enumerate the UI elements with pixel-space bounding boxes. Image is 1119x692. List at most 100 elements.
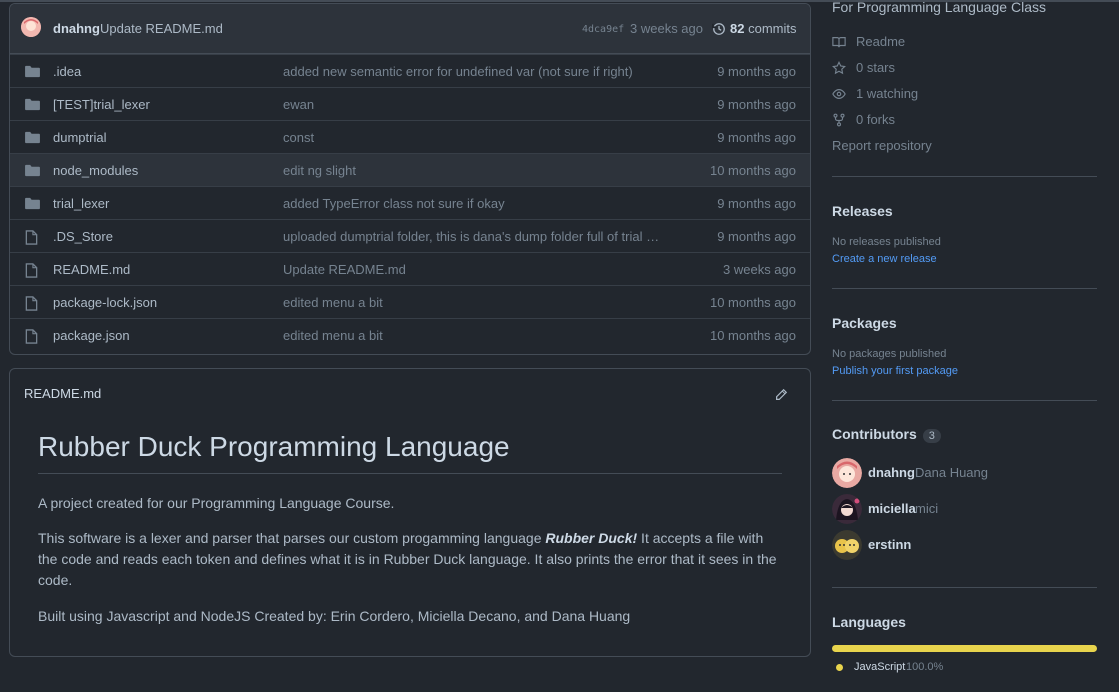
readme-paragraph-2: This software is a lexer and parser that… bbox=[38, 528, 782, 591]
divider bbox=[832, 176, 1097, 177]
file-name-link[interactable]: .DS_Store bbox=[53, 229, 113, 244]
stars-label: 0 stars bbox=[856, 60, 896, 75]
publish-package-link[interactable]: Publish your first package bbox=[832, 365, 958, 377]
file-commit-message[interactable]: edited menu a bit bbox=[283, 295, 383, 310]
readme-p2-bold: Rubber Duck! bbox=[545, 530, 638, 546]
contributor-name: Dana Huang bbox=[915, 465, 988, 480]
packages-title[interactable]: Packages bbox=[832, 315, 897, 331]
no-releases-text: No releases published bbox=[832, 236, 941, 248]
fork-icon bbox=[832, 113, 846, 127]
file-row[interactable]: .idea added new semantic error for undefi… bbox=[10, 54, 810, 88]
readme-paragraph-3: Built using Javascript and NodeJS Create… bbox=[38, 608, 631, 624]
readme-p2-text: This software is a lexer and parser that… bbox=[38, 530, 546, 546]
sidebar: For Programming Language Class Readme 0 … bbox=[832, 0, 1097, 692]
readme-paragraph-1: A project created for our Programming La… bbox=[38, 495, 395, 511]
folder-icon bbox=[25, 98, 40, 112]
forks-label: 0 forks bbox=[856, 112, 896, 127]
commit-message[interactable]: Update README.md bbox=[100, 21, 223, 36]
readme-link-label: Readme bbox=[856, 34, 906, 49]
folder-icon bbox=[25, 164, 40, 178]
file-icon bbox=[25, 230, 40, 245]
file-row[interactable]: README.md Update README.md 3 weeks ago bbox=[10, 252, 810, 286]
file-row[interactable]: package-lock.json edited menu a bit 10 mon… bbox=[10, 285, 810, 319]
latest-commit-bar: dnahng Update README.md 4dca9ef 3 weeks … bbox=[10, 4, 810, 54]
commit-time: 3 weeks ago bbox=[630, 21, 703, 36]
contributors-title: Contributors bbox=[832, 426, 917, 442]
language-percent: 100.0% bbox=[906, 661, 944, 673]
folder-icon bbox=[25, 197, 40, 211]
file-commit-age: 9 months ago bbox=[717, 196, 796, 211]
file-name-link[interactable]: trial_lexer bbox=[53, 196, 109, 211]
file-commit-age: 10 months ago bbox=[709, 163, 796, 178]
file-name-link[interactable]: package-lock.json bbox=[53, 295, 157, 310]
file-row[interactable]: node_modules edit ng slight 10 months ago bbox=[10, 153, 810, 187]
file-commit-message[interactable]: edited menu a bit bbox=[283, 328, 383, 343]
contributors-header[interactable]: Contributors 3 bbox=[832, 426, 941, 443]
file-commit-age: 9 months ago bbox=[717, 130, 796, 145]
pencil-icon[interactable] bbox=[774, 388, 788, 405]
releases-title[interactable]: Releases bbox=[832, 203, 893, 219]
file-name-link[interactable]: [TEST]trial_lexer bbox=[53, 97, 150, 112]
readme-panel: README.md Rubber Duck Programming Langua… bbox=[9, 368, 811, 657]
eye-icon bbox=[832, 87, 846, 101]
file-name-link[interactable]: node_modules bbox=[53, 163, 138, 178]
divider bbox=[832, 288, 1097, 289]
commits-link[interactable]: 82 commits bbox=[730, 21, 796, 36]
commit-author[interactable]: dnahng bbox=[53, 21, 100, 36]
create-release-link[interactable]: Create a new release bbox=[832, 253, 937, 265]
file-commit-message[interactable]: const bbox=[283, 130, 314, 145]
file-row[interactable]: dumptrial const 9 months ago bbox=[10, 120, 810, 154]
file-name-link[interactable]: dumptrial bbox=[53, 130, 106, 145]
languages-title: Languages bbox=[832, 614, 906, 630]
file-commit-message[interactable]: added TypeError class not sure if okay bbox=[283, 196, 505, 211]
language-bar-javascript bbox=[832, 645, 1097, 652]
language-color-dot bbox=[836, 664, 843, 671]
file-name-link[interactable]: README.md bbox=[53, 262, 130, 277]
file-commit-message[interactable]: Update README.md bbox=[283, 262, 406, 277]
file-name-link[interactable]: .idea bbox=[53, 64, 81, 79]
file-commit-message[interactable]: added new semantic error for undefined v… bbox=[283, 64, 633, 79]
file-commit-age: 9 months ago bbox=[717, 229, 796, 244]
folder-icon bbox=[25, 65, 40, 79]
readme-filename[interactable]: README.md bbox=[24, 386, 101, 401]
file-commit-age: 10 months ago bbox=[709, 295, 796, 310]
file-browser: dnahng Update README.md 4dca9ef 3 weeks … bbox=[9, 3, 811, 355]
file-commit-message[interactable]: uploaded dumptrial folder, this is dana'… bbox=[283, 229, 663, 244]
star-icon bbox=[832, 60, 846, 75]
file-name-link[interactable]: package.json bbox=[53, 328, 130, 343]
avatar[interactable] bbox=[832, 458, 862, 488]
contributor-login[interactable]: erstinn bbox=[868, 537, 911, 552]
file-commit-age: 10 months ago bbox=[709, 328, 796, 343]
no-packages-text: No packages published bbox=[832, 348, 947, 360]
contributor-login[interactable]: miciella bbox=[868, 501, 916, 516]
language-name: JavaScript bbox=[854, 661, 906, 673]
folder-icon bbox=[25, 131, 40, 145]
contributor-name: mici bbox=[915, 501, 939, 516]
file-commit-age: 9 months ago bbox=[717, 97, 796, 112]
contributors-count-badge: 3 bbox=[922, 429, 941, 443]
divider bbox=[832, 400, 1097, 401]
file-icon bbox=[25, 329, 40, 344]
divider bbox=[832, 587, 1097, 588]
report-repository-link[interactable]: Report repository bbox=[832, 138, 932, 153]
file-row[interactable]: package.json edited menu a bit 10 months a… bbox=[10, 318, 810, 352]
commits-count: 82 bbox=[730, 21, 745, 36]
file-commit-message[interactable]: edit ng slight bbox=[283, 163, 356, 178]
avatar[interactable] bbox=[21, 17, 41, 37]
file-row[interactable]: trial_lexer added TypeError class not sur… bbox=[10, 186, 810, 220]
file-commit-age: 9 months ago bbox=[717, 64, 796, 79]
commit-sha[interactable]: 4dca9ef bbox=[582, 24, 624, 35]
avatar[interactable] bbox=[832, 494, 862, 524]
contributor-login[interactable]: dnahng bbox=[868, 465, 915, 480]
file-row[interactable]: [TEST]trial_lexer ewan 9 months ago bbox=[10, 87, 810, 121]
file-row[interactable]: .DS_Store uploaded dumptrial folder, this… bbox=[10, 219, 810, 253]
watching-label: 1 watching bbox=[856, 86, 919, 101]
commits-label: commits bbox=[748, 21, 797, 36]
about-description: For Programming Language Class bbox=[832, 0, 1046, 15]
book-icon bbox=[832, 35, 846, 49]
readme-title: Rubber Duck Programming Language bbox=[38, 431, 782, 474]
file-commit-message[interactable]: ewan bbox=[283, 97, 314, 112]
file-icon bbox=[25, 263, 40, 278]
avatar[interactable] bbox=[832, 530, 862, 560]
file-icon bbox=[25, 296, 40, 311]
